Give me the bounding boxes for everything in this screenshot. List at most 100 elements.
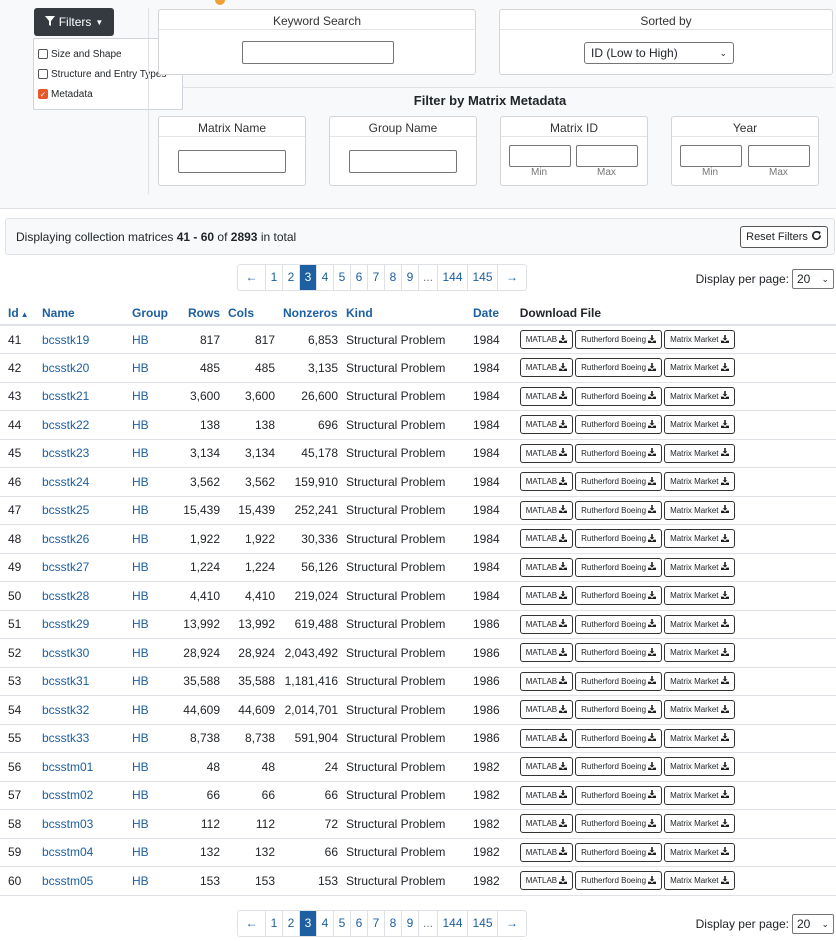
cell-name[interactable]: bcsstm05 [34, 866, 124, 896]
cell-name[interactable]: bcsstk32 [34, 695, 124, 725]
per-page-select[interactable]: 20 ⌄ [792, 269, 834, 289]
download-matrix-market-button[interactable]: Matrix Market [664, 614, 735, 634]
per-page-select[interactable]: 20 ⌄ [792, 914, 834, 934]
column-header-rows[interactable]: Rows [172, 301, 220, 326]
download-matlab-button[interactable]: MATLAB [519, 386, 574, 406]
cell-name[interactable]: bcsstk29 [34, 610, 124, 639]
filter-option-size-and-shape[interactable]: Size and Shape [38, 44, 178, 64]
download-matrix-market-button[interactable]: Matrix Market [664, 386, 735, 406]
cell-name[interactable]: bcsstk23 [34, 439, 124, 468]
download-rutherford-boeing-button[interactable]: Rutherford Boeing [575, 586, 663, 606]
page-link[interactable]: 145 [468, 265, 499, 290]
cell-group[interactable]: HB [124, 496, 172, 525]
column-header-id[interactable]: Id ▲ [0, 301, 34, 326]
download-matlab-button[interactable]: MATLAB [519, 814, 574, 834]
sort-select[interactable]: ID (Low to High) ⌄ [584, 42, 734, 64]
download-rutherford-boeing-button[interactable]: Rutherford Boeing [575, 386, 663, 406]
page-link[interactable]: 5 [334, 911, 351, 936]
cell-name[interactable]: bcsstk19 [34, 325, 124, 354]
column-header-cols[interactable]: Cols [220, 301, 275, 326]
group-name-input[interactable] [349, 150, 457, 173]
download-matlab-button[interactable]: MATLAB [519, 643, 574, 663]
cell-group[interactable]: HB [124, 752, 172, 782]
cell-name[interactable]: bcsstk26 [34, 524, 124, 554]
cell-group[interactable]: HB [124, 809, 172, 839]
keyword-search-input[interactable] [242, 41, 394, 64]
column-header-nonzeros[interactable]: Nonzeros [275, 301, 338, 326]
page-link[interactable]: 4 [317, 911, 334, 936]
download-matlab-button[interactable]: MATLAB [519, 472, 574, 492]
cell-group[interactable]: HB [124, 382, 172, 411]
cell-name[interactable]: bcsstm03 [34, 809, 124, 839]
cell-name[interactable]: bcsstk20 [34, 353, 124, 383]
checkbox-checked[interactable]: ✓ [38, 89, 48, 99]
matrix-id-min-input[interactable] [509, 145, 571, 167]
page-link[interactable]: 8 [385, 265, 402, 290]
column-header-kind[interactable]: Kind [338, 301, 465, 326]
page-link[interactable]: 9 [402, 911, 419, 936]
cell-group[interactable]: HB [124, 695, 172, 725]
download-matrix-market-button[interactable]: Matrix Market [664, 871, 735, 891]
download-matlab-button[interactable]: MATLAB [519, 557, 574, 577]
download-matlab-button[interactable]: MATLAB [519, 500, 574, 520]
download-matrix-market-button[interactable]: Matrix Market [664, 842, 735, 862]
download-rutherford-boeing-button[interactable]: Rutherford Boeing [575, 614, 663, 634]
page-prev[interactable]: ← [238, 265, 266, 290]
cell-name[interactable]: bcsstk33 [34, 724, 124, 753]
page-link[interactable]: 8 [385, 911, 402, 936]
download-matrix-market-button[interactable]: Matrix Market [664, 814, 735, 834]
download-rutherford-boeing-button[interactable]: Rutherford Boeing [575, 500, 663, 520]
page-link[interactable]: 9 [402, 265, 419, 290]
download-matlab-button[interactable]: MATLAB [519, 586, 574, 606]
reset-filters-button[interactable]: Reset Filters [740, 226, 828, 248]
download-matrix-market-button[interactable]: Matrix Market [664, 757, 735, 777]
download-matrix-market-button[interactable]: Matrix Market [664, 529, 735, 549]
cell-group[interactable]: HB [124, 638, 172, 668]
cell-group[interactable]: HB [124, 866, 172, 896]
cell-name[interactable]: bcsstk30 [34, 638, 124, 668]
filter-option-structure[interactable]: Structure and Entry Types [38, 64, 178, 84]
cell-group[interactable]: HB [124, 667, 172, 696]
download-rutherford-boeing-button[interactable]: Rutherford Boeing [575, 814, 663, 834]
filters-button[interactable]: Filters ▼ [34, 8, 114, 36]
download-rutherford-boeing-button[interactable]: Rutherford Boeing [575, 643, 663, 663]
download-matrix-market-button[interactable]: Matrix Market [664, 728, 735, 748]
download-matlab-button[interactable]: MATLAB [519, 529, 574, 549]
download-matlab-button[interactable]: MATLAB [519, 443, 574, 463]
filter-option-metadata[interactable]: ✓ Metadata [38, 84, 178, 104]
cell-group[interactable]: HB [124, 581, 172, 611]
download-matrix-market-button[interactable]: Matrix Market [664, 472, 735, 492]
download-matrix-market-button[interactable]: Matrix Market [664, 443, 735, 463]
cell-name[interactable]: bcsstk21 [34, 382, 124, 411]
page-link[interactable]: 2 [283, 911, 300, 936]
cell-name[interactable]: bcsstm02 [34, 781, 124, 810]
download-matlab-button[interactable]: MATLAB [519, 358, 574, 378]
year-min-input[interactable] [680, 145, 742, 167]
matrix-id-max-input[interactable] [576, 145, 638, 167]
download-matrix-market-button[interactable]: Matrix Market [664, 643, 735, 663]
page-link[interactable]: 4 [317, 265, 334, 290]
cell-group[interactable]: HB [124, 353, 172, 383]
matrix-name-input[interactable] [178, 150, 286, 173]
cell-group[interactable]: HB [124, 325, 172, 354]
download-matlab-button[interactable]: MATLAB [519, 415, 574, 435]
download-rutherford-boeing-button[interactable]: Rutherford Boeing [575, 871, 663, 891]
download-rutherford-boeing-button[interactable]: Rutherford Boeing [575, 443, 663, 463]
cell-group[interactable]: HB [124, 610, 172, 639]
cell-name[interactable]: bcsstk24 [34, 467, 124, 497]
cell-name[interactable]: bcsstk31 [34, 667, 124, 696]
checkbox[interactable] [38, 49, 48, 59]
cell-name[interactable]: bcsstk22 [34, 410, 124, 440]
download-rutherford-boeing-button[interactable]: Rutherford Boeing [575, 728, 663, 748]
download-rutherford-boeing-button[interactable]: Rutherford Boeing [575, 330, 663, 349]
cell-group[interactable]: HB [124, 439, 172, 468]
download-matrix-market-button[interactable]: Matrix Market [664, 785, 735, 805]
cell-group[interactable]: HB [124, 553, 172, 582]
download-matrix-market-button[interactable]: Matrix Market [664, 557, 735, 577]
download-matlab-button[interactable]: MATLAB [519, 728, 574, 748]
download-matrix-market-button[interactable]: Matrix Market [664, 415, 735, 435]
cell-group[interactable]: HB [124, 724, 172, 753]
page-link[interactable]: 7 [368, 911, 385, 936]
checkbox[interactable] [38, 69, 48, 79]
page-link[interactable]: 3 [300, 911, 317, 936]
